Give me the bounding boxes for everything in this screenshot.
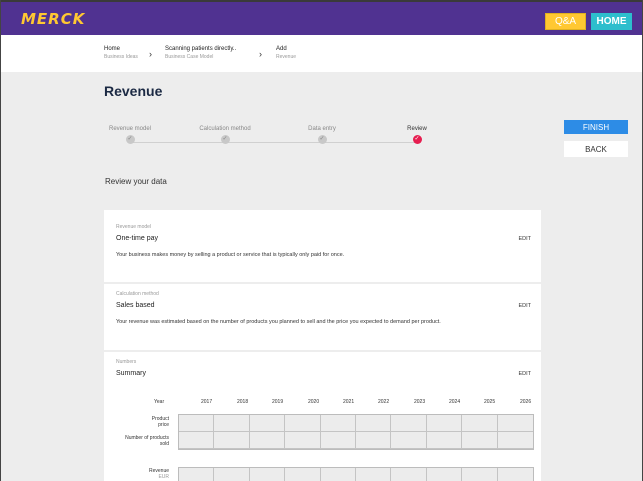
- breadcrumb-main: Add: [276, 46, 287, 52]
- breadcrumb-item-business-case[interactable]: Scanning patients directly.. Business Ca…: [165, 46, 236, 60]
- step-label: Review: [407, 126, 427, 132]
- year-label: Year: [154, 399, 165, 405]
- app-window: MERCK Q&A HOME Home Business Ideas › Sca…: [0, 0, 643, 481]
- chevron-right-icon: ›: [149, 49, 152, 59]
- card-title: Summary: [116, 370, 146, 377]
- review-card-calculation-method: Calculation method Sales based EDIT Your…: [104, 284, 541, 350]
- step-review[interactable]: Review ✓: [377, 126, 457, 144]
- breadcrumb-item-add[interactable]: Add Revenue: [276, 46, 296, 60]
- top-bar: MERCK Q&A HOME: [1, 0, 642, 35]
- year-cell: 2018: [237, 399, 249, 405]
- year-cell: 2019: [272, 399, 284, 405]
- check-icon: ✓: [317, 135, 327, 144]
- card-label: Numbers: [116, 359, 137, 365]
- breadcrumb: Home Business Ideas › Scanning patients …: [1, 35, 642, 72]
- year-cell: 2021: [343, 399, 355, 405]
- step-label: Revenue model: [108, 126, 152, 132]
- year-cell: 2020: [308, 399, 320, 405]
- check-icon: ✓: [412, 135, 422, 144]
- step-calculation-method[interactable]: Calculation method ✓: [185, 126, 265, 144]
- year-cell: 2023: [414, 399, 426, 405]
- year-cell: 2025: [484, 399, 496, 405]
- row-label-product-price: Product price: [121, 416, 169, 428]
- finish-button[interactable]: FINISH: [564, 120, 628, 134]
- card-label: Calculation method: [116, 291, 159, 297]
- revenue-grid: [178, 467, 534, 481]
- numbers-grid: [178, 414, 534, 450]
- row-label-revenue: Revenue EUR: [121, 468, 169, 480]
- stepper-line: [129, 142, 419, 143]
- section-heading: Review your data: [105, 177, 167, 186]
- merck-logo[interactable]: MERCK: [21, 10, 85, 28]
- card-title: Sales based: [116, 302, 155, 309]
- year-cell: 2017: [201, 399, 213, 405]
- breadcrumb-main: Home: [104, 46, 121, 52]
- edit-link[interactable]: EDIT: [518, 236, 531, 242]
- edit-link[interactable]: EDIT: [518, 371, 531, 377]
- review-card-revenue-model: Revenue model One-time pay EDIT Your bus…: [104, 210, 541, 282]
- home-button[interactable]: HOME: [591, 13, 632, 30]
- check-icon: ✓: [220, 135, 230, 144]
- qa-button[interactable]: Q&A: [545, 13, 586, 30]
- step-revenue-model[interactable]: Revenue model ✓: [90, 126, 170, 144]
- row-label-products-sold: Number of products sold: [101, 435, 169, 447]
- row-label-text: price: [158, 422, 169, 428]
- edit-link[interactable]: EDIT: [518, 303, 531, 309]
- breadcrumb-main: Scanning patients directly..: [165, 46, 237, 52]
- breadcrumb-sub: Business Ideas: [104, 54, 138, 60]
- back-button[interactable]: BACK: [564, 141, 628, 157]
- card-description: Your business makes money by selling a p…: [116, 252, 345, 258]
- card-label: Revenue model: [116, 224, 152, 230]
- check-icon: ✓: [125, 135, 135, 144]
- breadcrumb-sub: Business Case Model: [165, 54, 214, 60]
- row-label-text: sold: [159, 441, 169, 447]
- year-cell: 2026: [520, 399, 532, 405]
- card-description: Your revenue was estimated based on the …: [116, 319, 441, 325]
- step-label: Calculation method: [199, 126, 251, 132]
- stepper: Revenue model ✓ Calculation method ✓ Dat…: [101, 126, 441, 156]
- year-cell: 2024: [449, 399, 461, 405]
- row-label-text: EUR: [158, 474, 169, 480]
- chevron-right-icon: ›: [259, 49, 262, 59]
- step-data-entry[interactable]: Data entry ✓: [282, 126, 362, 144]
- year-header: 2017 2018 2019 2020 2021 2022 2023 2024 …: [179, 399, 539, 409]
- year-cell: 2022: [378, 399, 390, 405]
- step-label: Data entry: [308, 126, 336, 132]
- page-title: Revenue: [104, 83, 163, 99]
- breadcrumb-sub: Revenue: [276, 54, 297, 60]
- breadcrumb-item-home[interactable]: Home Business Ideas: [104, 46, 138, 60]
- card-title: One-time pay: [116, 235, 159, 242]
